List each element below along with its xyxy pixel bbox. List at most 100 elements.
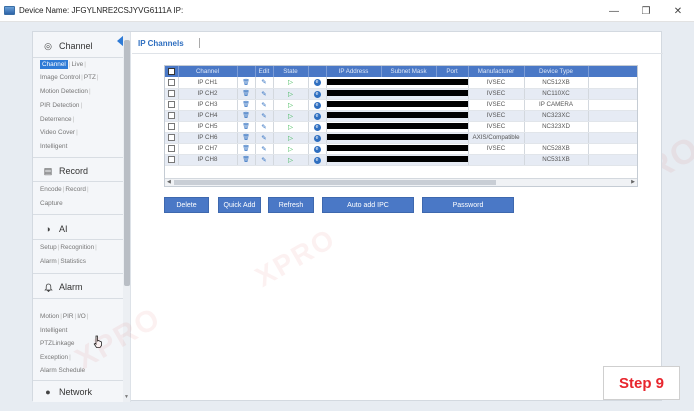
auto-add-ipc-button[interactable]: Auto add IPC	[322, 197, 414, 213]
submenu-capture[interactable]: Capture	[40, 200, 63, 207]
submenu-live[interactable]: Live	[71, 61, 83, 68]
close-button[interactable]: ✕	[662, 0, 694, 22]
globe-icon[interactable]: e	[313, 112, 321, 120]
trash-icon[interactable]: 🗑	[242, 157, 250, 163]
trash-icon[interactable]: 🗑	[242, 80, 250, 86]
table-row[interactable]: IP CH3 🗑 ✎ ▷ e IVSEC IP CAMERA	[165, 99, 637, 111]
table-row[interactable]: IP CH1 🗑 ✎ ▷ e IVSEC NC512XB	[165, 77, 637, 89]
globe-icon[interactable]: e	[313, 156, 321, 164]
row-checkbox[interactable]	[167, 122, 175, 130]
play-icon[interactable]: ▷	[288, 91, 293, 98]
table-row[interactable]: IP CH7 🗑 ✎ ▷ e IVSEC NC528XB	[165, 143, 637, 155]
table-row[interactable]: IP CH8 🗑 ✎ ▷ e NC531XB	[165, 154, 637, 166]
edit-icon[interactable]: ✎	[261, 79, 266, 86]
select-all-cell[interactable]	[165, 66, 179, 77]
sidebar-section-record[interactable]: ▤ Record	[33, 161, 123, 181]
trash-icon[interactable]: 🗑	[242, 135, 250, 141]
row-checkbox[interactable]	[167, 89, 175, 97]
submenu-motion[interactable]: Motion	[40, 313, 59, 320]
submenu-deterrence[interactable]: Deterrence	[40, 116, 72, 123]
globe-icon[interactable]: e	[313, 145, 321, 153]
play-icon[interactable]: ▷	[288, 157, 293, 164]
submenu-encode[interactable]: Encode	[40, 186, 62, 193]
submenu-intelligent[interactable]: Intelligent	[40, 143, 67, 150]
table-scroll-thumb[interactable]	[174, 180, 496, 185]
play-icon[interactable]: ▷	[288, 146, 293, 153]
trash-icon[interactable]: 🗑	[242, 102, 250, 108]
trash-icon[interactable]: 🗑	[242, 146, 250, 152]
play-icon[interactable]: ▷	[288, 135, 293, 142]
globe-icon[interactable]: e	[313, 79, 321, 87]
table-row[interactable]: IP CH2 🗑 ✎ ▷ e IVSEC NC110XC	[165, 88, 637, 100]
edit-icon[interactable]: ✎	[261, 146, 266, 153]
submenu-pir[interactable]: PIR	[63, 313, 74, 320]
minimize-button[interactable]: —	[598, 0, 630, 22]
edit-icon[interactable]: ✎	[261, 135, 266, 142]
submenu-exception[interactable]: Exception	[40, 354, 68, 361]
play-icon[interactable]: ▷	[288, 113, 293, 120]
table-row[interactable]: IP CH4 🗑 ✎ ▷ e IVSEC NC323XC	[165, 110, 637, 122]
table-row[interactable]: IP CH5 🗑 ✎ ▷ e IVSEC NC323XD	[165, 121, 637, 133]
sidebar-scroll-thumb[interactable]	[124, 40, 130, 286]
sidebar-section-channel[interactable]: ◎ Channel	[33, 36, 123, 56]
submenu-alarm-intelligent[interactable]: Intelligent	[40, 327, 67, 334]
table-row[interactable]: IP CH6 🗑 ✎ ▷ e AXIS/Compatible	[165, 132, 637, 144]
globe-icon[interactable]: e	[313, 101, 321, 109]
table-horizontal-scrollbar[interactable]: ◀ ▶	[165, 178, 637, 186]
globe-icon[interactable]: e	[313, 90, 321, 98]
password-button[interactable]: Password	[422, 197, 514, 213]
delete-button[interactable]: Delete	[164, 197, 209, 213]
submenu-ptz-linkage[interactable]: PTZLinkage	[40, 340, 74, 347]
row-checkbox[interactable]	[167, 78, 175, 86]
submenu-channel[interactable]: Channel	[40, 60, 68, 69]
trash-icon[interactable]: 🗑	[242, 91, 250, 97]
globe-icon[interactable]: e	[313, 134, 321, 142]
edit-icon[interactable]: ✎	[261, 157, 266, 164]
redacted-network-info	[326, 121, 469, 133]
edit-icon[interactable]: ✎	[261, 102, 266, 109]
submenu-motion-detection[interactable]: Motion Detection	[40, 88, 88, 95]
trash-icon[interactable]: 🗑	[242, 124, 250, 130]
edit-icon[interactable]: ✎	[261, 113, 266, 120]
tab-ip-channels[interactable]: IP Channels	[138, 35, 184, 51]
play-icon[interactable]: ▷	[288, 124, 293, 131]
submenu-io[interactable]: I/O	[77, 313, 86, 320]
submenu-alarm-schedule[interactable]: Alarm Schedule	[40, 367, 85, 374]
scroll-right-icon[interactable]: ▶	[631, 179, 635, 185]
submenu-record[interactable]: Record	[65, 186, 86, 193]
scroll-left-icon[interactable]: ◀	[167, 179, 171, 185]
row-checkbox[interactable]	[167, 144, 175, 152]
row-checkbox[interactable]	[167, 111, 175, 119]
submenu-ptz[interactable]: PTZ	[84, 74, 96, 81]
sidebar-section-ai[interactable]: ◑ AI	[33, 219, 123, 239]
sidebar-scrollbar[interactable]: ▼	[123, 32, 130, 402]
quick-add-button[interactable]: Quick Add	[218, 197, 261, 213]
row-checkbox[interactable]	[167, 155, 175, 163]
row-checkbox[interactable]	[167, 133, 175, 141]
trash-icon[interactable]: 🗑	[242, 113, 250, 119]
submenu-setup[interactable]: Setup	[40, 244, 57, 251]
submenu-video-cover[interactable]: Video Cover	[40, 129, 75, 136]
sidebar-section-network[interactable]: ● Network	[33, 382, 123, 402]
select-all-checkbox[interactable]	[167, 67, 175, 75]
redaction-bar	[326, 156, 467, 163]
submenu-recognition[interactable]: Recognition	[60, 244, 94, 251]
submenu-image-control[interactable]: Image Control	[40, 74, 80, 81]
maximize-button[interactable]: ❐	[630, 0, 662, 22]
play-icon[interactable]: ▷	[288, 102, 293, 109]
play-icon[interactable]: ▷	[288, 79, 293, 86]
tab-strip: IP Channels	[132, 32, 663, 54]
hand-cursor-icon	[93, 335, 102, 348]
row-checkbox[interactable]	[167, 100, 175, 108]
globe-icon[interactable]: e	[313, 123, 321, 131]
redaction-bar	[326, 101, 467, 108]
edit-icon[interactable]: ✎	[261, 124, 266, 131]
sidebar-section-alarm[interactable]: Alarm	[33, 277, 123, 297]
submenu-pir-detection[interactable]: PIR Detection	[40, 102, 79, 109]
submenu-statistics[interactable]: Statistics	[60, 258, 86, 265]
scroll-down-icon[interactable]: ▼	[124, 394, 129, 400]
divider	[33, 239, 123, 240]
submenu-ai-alarm[interactable]: Alarm	[40, 258, 57, 265]
edit-icon[interactable]: ✎	[261, 91, 266, 98]
refresh-button[interactable]: Refresh	[268, 197, 314, 213]
